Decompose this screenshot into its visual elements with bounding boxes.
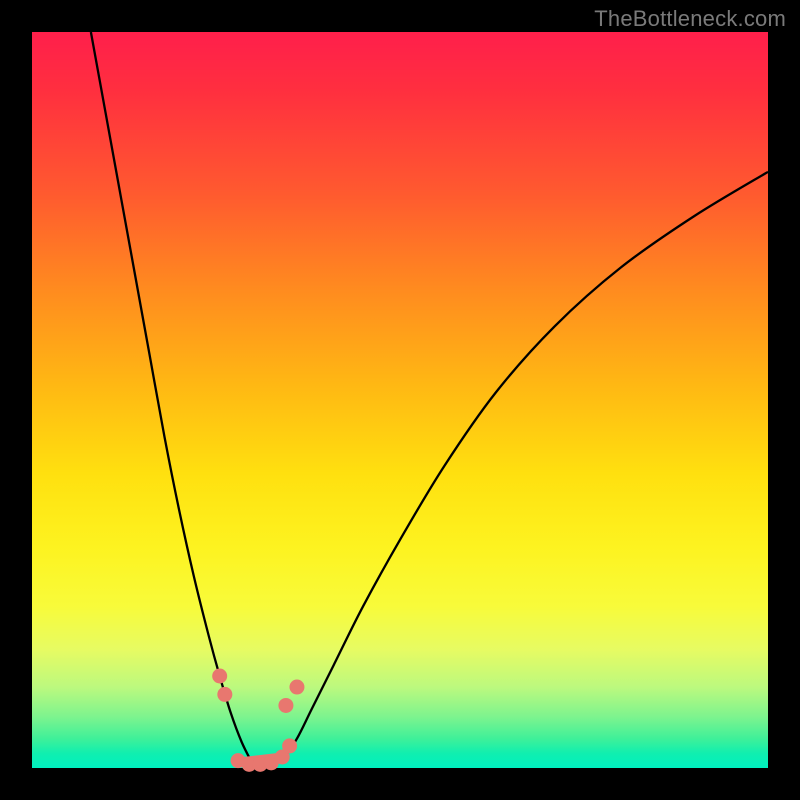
marker-dot [289,680,304,695]
curve-left [91,32,253,764]
marker-dot [282,738,297,753]
chart-frame: TheBottleneck.com [0,0,800,800]
marker-dot [278,698,293,713]
plot-area [32,32,768,768]
marker-dot [212,669,227,684]
curve-right [282,172,768,761]
watermark-text: TheBottleneck.com [594,6,786,32]
marker-dot [217,687,232,702]
chart-svg [32,32,768,768]
